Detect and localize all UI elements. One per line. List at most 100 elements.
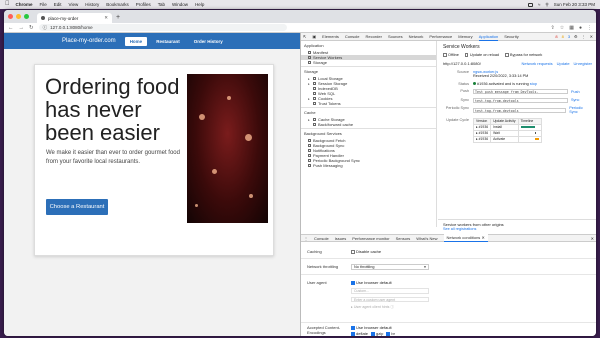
info-icon[interactable]: ⓘ bbox=[43, 25, 48, 31]
update-on-reload-checkbox[interactable]: Update on reload bbox=[464, 53, 499, 57]
periodic-sync-input[interactable]: test-tag-from-devtools bbox=[473, 107, 567, 113]
battery-icon[interactable] bbox=[527, 2, 533, 7]
tab-security[interactable]: Security bbox=[504, 34, 518, 39]
drawer-tab-performance-monitor[interactable]: Performance monitor bbox=[352, 236, 389, 241]
warning-count-badge[interactable]: 8 bbox=[562, 34, 564, 39]
sidebar-item-storage[interactable]: Storage bbox=[301, 60, 436, 65]
search-icon[interactable]: ⚲ bbox=[545, 2, 548, 8]
sidebar-item-bfcache[interactable]: Back/forward cache bbox=[301, 122, 436, 127]
apple-icon[interactable]:  bbox=[5, 0, 10, 9]
address-bar[interactable]: ⓘ 127.0.0.1:8080/home bbox=[38, 24, 287, 31]
reload-icon[interactable]: ↻ bbox=[29, 25, 34, 31]
br-checkbox[interactable]: br bbox=[386, 331, 395, 336]
menu-edit[interactable]: Edit bbox=[54, 0, 62, 9]
inspect-icon[interactable]: ⇱ bbox=[303, 34, 306, 39]
close-drawer-icon[interactable]: ✕ bbox=[591, 236, 596, 241]
tab-console[interactable]: Console bbox=[345, 34, 360, 39]
disable-cache-checkbox[interactable]: Disable cache bbox=[351, 249, 381, 254]
menu-tab[interactable]: Tab bbox=[158, 0, 165, 9]
periodic-sync-button[interactable]: Periodic Sync bbox=[569, 106, 592, 114]
browser-tab[interactable]: place-my-order ✕ bbox=[37, 13, 112, 23]
checkbox-checked-icon[interactable] bbox=[351, 326, 355, 330]
site-brand[interactable]: Place-my-order.com bbox=[62, 38, 116, 44]
drawer-tab-network-conditions[interactable]: Network conditions ✕ bbox=[443, 234, 488, 242]
checkbox-checked-icon[interactable] bbox=[351, 332, 355, 336]
unregister-link[interactable]: Unregister bbox=[574, 61, 592, 66]
checkbox-icon[interactable] bbox=[351, 250, 355, 254]
tab-elements[interactable]: Elements bbox=[322, 34, 339, 39]
bookmark-star-icon[interactable]: ☆ bbox=[560, 25, 564, 31]
chevron-right-icon[interactable]: ▸ bbox=[308, 77, 311, 81]
throttling-select[interactable]: No throttling ▼ bbox=[351, 264, 429, 270]
extensions-icon[interactable]: ▦ bbox=[569, 25, 574, 31]
close-tab-icon[interactable]: ✕ bbox=[481, 235, 484, 240]
custom-ua-input[interactable]: Enter a custom user agent bbox=[351, 296, 429, 302]
nav-home[interactable]: Home bbox=[124, 36, 148, 46]
sidebar-item-trust-tokens[interactable]: Trust Tokens bbox=[301, 101, 436, 106]
menu-view[interactable]: View bbox=[69, 0, 79, 9]
checkbox-checked-icon[interactable] bbox=[386, 332, 390, 336]
gzip-checkbox[interactable]: gzip bbox=[371, 331, 383, 336]
stop-link[interactable]: stop bbox=[530, 82, 537, 86]
table-row[interactable]: ▸ #1936 Activate bbox=[472, 135, 542, 143]
menu-history[interactable]: History bbox=[85, 0, 99, 9]
drawer-menu-icon[interactable]: ⋮ bbox=[304, 236, 308, 241]
ua-default-checkbox[interactable]: Use browser default bbox=[351, 280, 429, 285]
new-tab-icon[interactable]: + bbox=[116, 13, 120, 23]
help-icon[interactable]: ⓘ bbox=[390, 305, 394, 309]
tab-sources[interactable]: Sources bbox=[388, 34, 403, 39]
checkbox-checked-icon[interactable] bbox=[371, 332, 375, 336]
see-all-registrations-link[interactable]: See all registrations bbox=[443, 227, 592, 231]
close-tab-icon[interactable]: ✕ bbox=[104, 15, 108, 21]
error-count-badge[interactable]: 8 bbox=[555, 34, 557, 39]
checkbox-icon[interactable] bbox=[505, 53, 509, 57]
push-button[interactable]: Push bbox=[571, 90, 580, 94]
ua-preset-select[interactable]: Custom... bbox=[351, 288, 429, 294]
drawer-tab-console[interactable]: Console bbox=[314, 236, 329, 241]
chevron-right-icon[interactable]: ▸ bbox=[308, 118, 311, 122]
menu-profiles[interactable]: Profiles bbox=[136, 0, 151, 9]
menu-app-chrome[interactable]: Chrome bbox=[16, 0, 33, 9]
offline-checkbox[interactable]: Offline bbox=[443, 53, 459, 57]
drawer-tab-issues[interactable]: Issues bbox=[335, 236, 347, 241]
checkbox-checked-icon[interactable] bbox=[351, 281, 355, 285]
share-icon[interactable]: ⇧ bbox=[551, 25, 555, 31]
devtools-menu-icon[interactable]: ⋮ bbox=[582, 34, 586, 39]
drawer-tab-sensors[interactable]: Sensors bbox=[396, 236, 411, 241]
enc-default-checkbox[interactable]: Use browser default bbox=[351, 325, 395, 330]
menu-help[interactable]: Help bbox=[195, 0, 204, 9]
network-requests-link[interactable]: Network requests bbox=[522, 61, 553, 66]
menu-bookmarks[interactable]: Bookmarks bbox=[106, 0, 129, 9]
tab-application[interactable]: Application bbox=[478, 33, 499, 41]
chevron-right-icon[interactable]: ▸ bbox=[308, 97, 311, 101]
sidebar-item-push-messaging[interactable]: Push Messaging bbox=[301, 163, 436, 168]
forward-icon[interactable]: → bbox=[19, 25, 25, 31]
profile-icon[interactable]: ● bbox=[579, 25, 582, 31]
ua-client-hints-toggle[interactable]: ▸ User agent client hints ⓘ bbox=[351, 305, 429, 310]
minimize-window-icon[interactable] bbox=[16, 14, 21, 19]
sync-input[interactable]: test-tag-from-devtools bbox=[473, 97, 568, 103]
chevron-right-icon[interactable]: ▸ bbox=[308, 82, 311, 86]
checkbox-icon[interactable] bbox=[443, 53, 447, 57]
info-count-badge[interactable]: 3 bbox=[568, 34, 570, 39]
close-window-icon[interactable] bbox=[8, 14, 13, 19]
tab-recorder[interactable]: Recorder bbox=[366, 34, 382, 39]
deflate-checkbox[interactable]: deflate bbox=[351, 331, 368, 336]
checkbox-icon[interactable] bbox=[464, 53, 469, 57]
tab-memory[interactable]: Memory bbox=[458, 34, 472, 39]
push-input[interactable]: Test push message from DevTools. bbox=[473, 89, 568, 94]
wifi-icon[interactable]: ≈ bbox=[538, 2, 540, 7]
back-icon[interactable]: ← bbox=[8, 25, 14, 31]
tab-performance[interactable]: Performance bbox=[429, 34, 452, 39]
menubar-clock[interactable]: Sun Feb 20 3:33 PM bbox=[554, 2, 595, 7]
tab-network[interactable]: Network bbox=[409, 34, 424, 39]
nav-restaurant[interactable]: Restaurant bbox=[151, 37, 185, 46]
menu-window[interactable]: Window bbox=[172, 0, 188, 9]
sync-button[interactable]: Sync bbox=[571, 98, 579, 102]
menu-file[interactable]: File bbox=[40, 0, 47, 9]
device-toggle-icon[interactable]: ▣ bbox=[312, 34, 316, 39]
kebab-menu-icon[interactable]: ⋮ bbox=[587, 25, 592, 31]
settings-gear-icon[interactable]: ⚙ bbox=[574, 34, 578, 39]
bypass-network-checkbox[interactable]: Bypass for network bbox=[505, 53, 542, 57]
drawer-tab-whats-new[interactable]: What's New bbox=[416, 236, 437, 241]
